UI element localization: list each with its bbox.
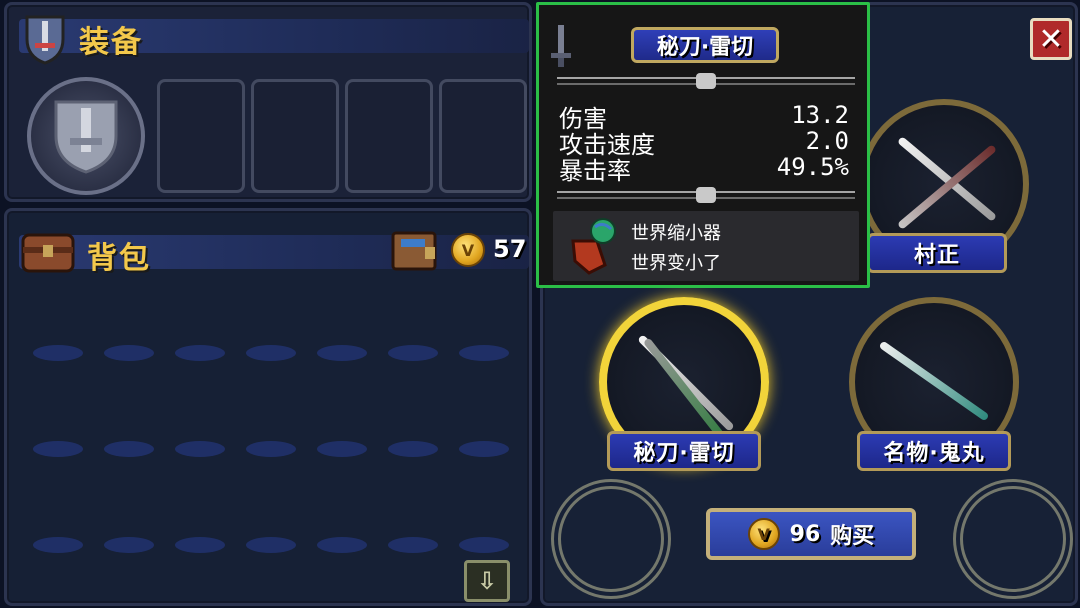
bag-slot[interactable] — [459, 537, 509, 553]
equipment-slot[interactable] — [345, 79, 433, 193]
bag-slot[interactable] — [104, 441, 154, 457]
wallet-icon[interactable] — [391, 229, 437, 273]
equipment-slot[interactable] — [439, 79, 527, 193]
effect-description: 世界变小了 — [631, 253, 721, 274]
tooltip-effect: 世界缩小器 世界变小了 — [553, 211, 859, 281]
backpack-panel: 背包 V 57 — [4, 208, 532, 606]
coin-count: 57 — [493, 235, 527, 263]
katana-icon — [642, 337, 730, 445]
sword-shield-icon — [23, 13, 67, 65]
bag-slot[interactable] — [246, 537, 296, 553]
bag-slot[interactable] — [246, 345, 296, 361]
buy-label: 购买 — [830, 524, 875, 549]
chest-icon — [21, 231, 75, 273]
coin-icon: V — [747, 518, 780, 550]
bag-slot[interactable] — [317, 537, 367, 553]
stat-value: 2.0 — [805, 127, 849, 155]
laurel-wreath-icon — [953, 479, 1073, 599]
shop-item-label[interactable]: 村正 — [867, 233, 1007, 273]
close-button[interactable]: ✕ — [1030, 18, 1072, 60]
shop-item-label[interactable]: 名物·鬼丸 — [857, 431, 1011, 471]
bag-slot[interactable] — [459, 441, 509, 457]
backpack-title: 背包 — [87, 241, 151, 276]
item-tooltip: 秘刀·雷切 伤害 13.2 攻击速度 2.0 暴击率 49.5% 世界缩小器 世… — [536, 2, 870, 288]
bag-slot[interactable] — [33, 537, 83, 553]
buy-button[interactable]: V 96 购买 — [706, 508, 916, 560]
bag-slot[interactable] — [246, 441, 296, 457]
katana-icon — [896, 136, 998, 222]
bag-slot[interactable] — [317, 345, 367, 361]
stat-value: 49.5% — [776, 153, 849, 181]
globe-icon — [567, 217, 623, 275]
stat-value: 13.2 — [791, 101, 849, 129]
sword-icon — [549, 23, 573, 69]
effect-name: 世界缩小器 — [631, 223, 721, 244]
close-icon: ✕ — [1038, 21, 1064, 57]
bag-slot[interactable] — [388, 441, 438, 457]
bag-slot[interactable] — [317, 441, 367, 457]
katana-icon — [896, 144, 998, 230]
tooltip-divider — [557, 187, 855, 203]
bag-slot[interactable] — [459, 345, 509, 361]
laurel-wreath-icon — [551, 479, 671, 599]
tooltip-title: 秘刀·雷切 — [631, 27, 779, 63]
katana-icon — [878, 340, 990, 422]
shop-item-label[interactable]: 秘刀·雷切 — [607, 431, 761, 471]
bag-slot[interactable] — [175, 441, 225, 457]
equipment-slot[interactable] — [251, 79, 339, 193]
bag-slot[interactable] — [175, 537, 225, 553]
weapon-slot[interactable] — [27, 77, 145, 195]
stat-label: 暴击率 — [559, 157, 631, 185]
weapon-placeholder-icon — [54, 100, 118, 174]
buy-price: 96 — [789, 521, 821, 547]
scroll-down-button[interactable]: ⇩ — [464, 560, 510, 602]
equipment-panel: 装备 — [4, 2, 532, 202]
tooltip-divider — [557, 73, 855, 89]
equipment-slot[interactable] — [157, 79, 245, 193]
bag-slot[interactable] — [104, 537, 154, 553]
bag-slot[interactable] — [388, 537, 438, 553]
bag-slot[interactable] — [175, 345, 225, 361]
bag-slot[interactable] — [388, 345, 438, 361]
arrow-down-icon: ⇩ — [476, 567, 498, 595]
bag-slot[interactable] — [104, 345, 154, 361]
bag-slot[interactable] — [33, 345, 83, 361]
bag-slot[interactable] — [33, 441, 83, 457]
coin-icon: V — [451, 233, 485, 267]
equipment-title: 装备 — [79, 25, 143, 60]
